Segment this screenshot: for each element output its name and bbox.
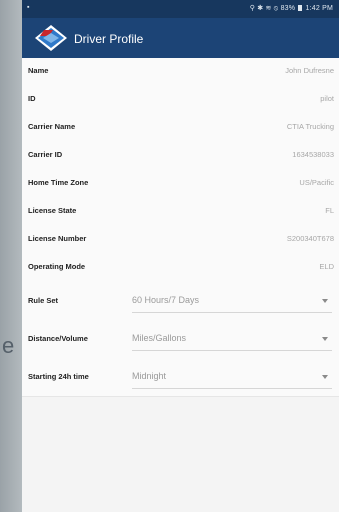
profile-row-license-number: License Number S200340T678 xyxy=(22,226,339,255)
row-label: Carrier ID xyxy=(28,150,63,159)
row-value: S200340T678 xyxy=(286,234,334,243)
row-label: Carrier Name xyxy=(28,122,76,131)
rule-set-dropdown[interactable]: 60 Hours/7 Days xyxy=(132,290,332,313)
background-edge-letter: e xyxy=(2,333,15,358)
status-right-group: ⚲ ✱ ≋ ⦸ 83% 1:42 PM xyxy=(250,4,333,13)
starting-time-label: Starting 24h time xyxy=(28,372,89,381)
row-label: Operating Mode xyxy=(28,262,86,271)
distance-volume-value: Miles/Gallons xyxy=(132,333,187,343)
page-title: Driver Profile xyxy=(74,32,144,46)
chevron-down-icon xyxy=(322,337,328,341)
distance-volume-label: Distance/Volume xyxy=(28,334,88,343)
rule-set-row: Rule Set 60 Hours/7 Days xyxy=(22,282,339,321)
rule-set-label: Rule Set xyxy=(28,296,59,305)
row-label: ID xyxy=(28,94,36,103)
starting-time-row: Starting 24h time Midnight xyxy=(22,358,339,397)
starting-time-value: Midnight xyxy=(132,371,167,381)
status-time: 1:42 PM xyxy=(305,5,333,12)
company-logo-icon[interactable] xyxy=(33,23,69,53)
chevron-down-icon xyxy=(322,375,328,379)
profile-row-home-time-zone: Home Time Zone US/Pacific xyxy=(22,170,339,199)
status-left-indicator: ▪ xyxy=(27,4,30,11)
battery-icon xyxy=(298,5,303,11)
row-value: John Dufresne xyxy=(285,66,334,75)
row-value: FL xyxy=(325,206,334,215)
device-screen: ▪ ⚲ ✱ ≋ ⦸ 83% 1:42 PM Driver Profile Nam… xyxy=(22,0,339,512)
status-icons: ⚲ ✱ ≋ ⦸ xyxy=(249,5,279,12)
app-bar: Driver Profile xyxy=(22,18,339,58)
row-label: License Number xyxy=(28,234,87,243)
status-bar: ▪ ⚲ ✱ ≋ ⦸ 83% 1:42 PM xyxy=(22,0,339,18)
profile-row-license-state: License State FL xyxy=(22,198,339,227)
profile-row-carrier-name: Carrier Name CTIA Trucking xyxy=(22,114,339,143)
row-value: 1634538033 xyxy=(292,150,334,159)
background-left-edge xyxy=(0,0,22,512)
row-label: Name xyxy=(28,66,49,75)
row-label: License State xyxy=(28,206,77,215)
row-value: pilot xyxy=(320,94,334,103)
profile-row-name: Name John Dufresne xyxy=(22,58,339,87)
starting-time-dropdown[interactable]: Midnight xyxy=(132,366,332,389)
profile-content: Name John Dufresne ID pilot Carrier Name… xyxy=(22,58,339,512)
chevron-down-icon xyxy=(322,299,328,303)
profile-row-id: ID pilot xyxy=(22,86,339,115)
row-value: CTIA Trucking xyxy=(286,122,334,131)
battery-percent: 83% xyxy=(280,5,296,12)
row-label: Home Time Zone xyxy=(28,178,89,187)
rule-set-value: 60 Hours/7 Days xyxy=(132,295,200,305)
distance-volume-dropdown[interactable]: Miles/Gallons xyxy=(132,328,332,351)
profile-row-carrier-id: Carrier ID 1634538033 xyxy=(22,142,339,171)
distance-volume-row: Distance/Volume Miles/Gallons xyxy=(22,320,339,359)
profile-row-operating-mode: Operating Mode ELD xyxy=(22,254,339,283)
row-value: ELD xyxy=(319,262,334,271)
row-value: US/Pacific xyxy=(299,178,334,187)
